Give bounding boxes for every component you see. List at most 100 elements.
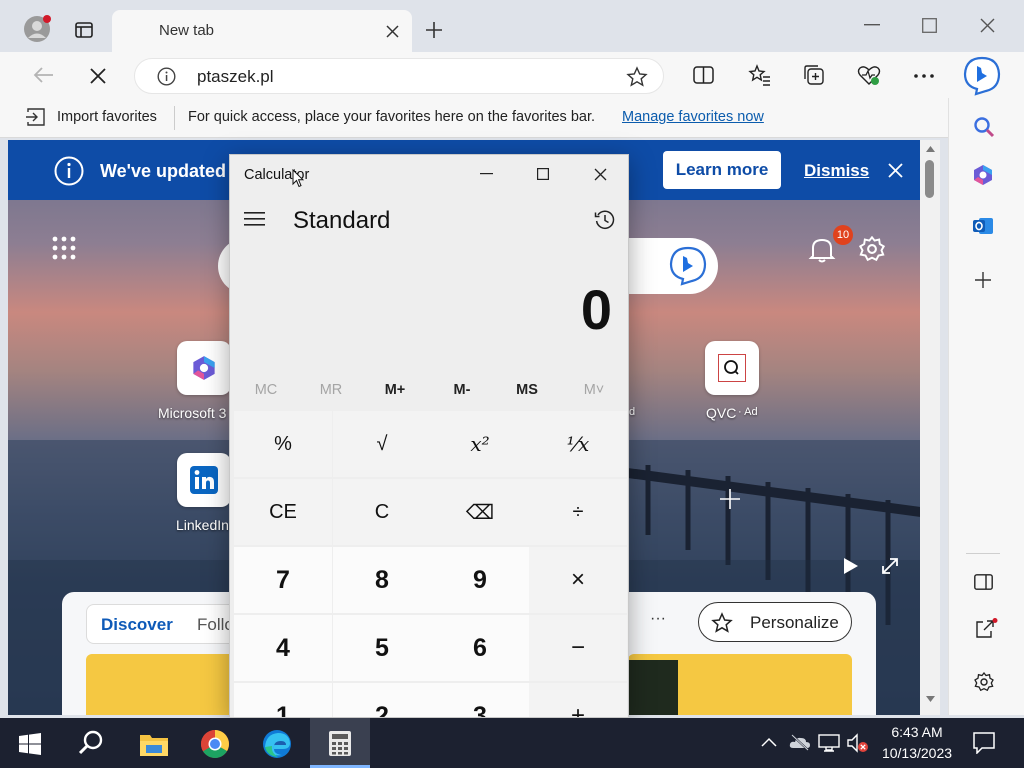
- tab-actions-icon[interactable]: [74, 20, 94, 40]
- calculator-taskbar-button[interactable]: [310, 718, 370, 768]
- history-icon[interactable]: [594, 209, 616, 231]
- feed-card[interactable]: [628, 654, 852, 715]
- external-link-icon[interactable]: [974, 618, 998, 640]
- close-notice-icon[interactable]: [888, 163, 903, 178]
- edge-icon[interactable]: [262, 729, 292, 759]
- digit-3-button[interactable]: 3: [431, 683, 529, 717]
- site-info-icon[interactable]: [157, 67, 176, 86]
- outlook-icon[interactable]: [972, 215, 994, 237]
- plus-button[interactable]: +: [529, 683, 627, 717]
- split-screen-icon[interactable]: [693, 65, 714, 85]
- scroll-down-icon[interactable]: [926, 696, 935, 702]
- add-sidebar-app-icon[interactable]: [975, 272, 991, 288]
- calc-close-icon[interactable]: [594, 168, 607, 181]
- play-icon[interactable]: [843, 557, 859, 575]
- backspace-button[interactable]: ⌫: [431, 479, 529, 545]
- import-favorites-icon[interactable]: [25, 107, 47, 127]
- personalize-button[interactable]: Personalize: [698, 602, 852, 642]
- clear-entry-button[interactable]: CE: [234, 479, 332, 545]
- memory-list-button[interactable]: M˅: [564, 382, 624, 398]
- notice-text: We've updated o: [100, 161, 242, 181]
- clock-time[interactable]: 6:43 AM: [882, 724, 952, 740]
- chrome-icon[interactable]: [200, 729, 230, 759]
- navigation-menu-icon[interactable]: [244, 212, 265, 226]
- shortcut-linkedin[interactable]: [177, 453, 231, 507]
- percent-button[interactable]: %: [234, 411, 332, 477]
- close-window-icon[interactable]: [980, 18, 995, 33]
- memory-store-button[interactable]: MS: [497, 382, 557, 398]
- square-button[interactable]: x²: [431, 411, 529, 477]
- shortcut-label: Microsoft 3: [158, 405, 227, 421]
- profile-avatar[interactable]: [22, 14, 52, 44]
- multiply-button[interactable]: ×: [529, 547, 627, 613]
- digit-8-button[interactable]: 8: [333, 547, 431, 613]
- clock-date[interactable]: 10/13/2023: [876, 745, 958, 761]
- digit-7-button[interactable]: 7: [234, 547, 332, 613]
- microsoft365-icon[interactable]: [972, 164, 994, 186]
- active-tab[interactable]: New tab: [112, 10, 412, 52]
- minimize-window-icon[interactable]: [864, 24, 880, 26]
- expand-icon[interactable]: [881, 557, 899, 575]
- apps-grid-icon[interactable]: [52, 236, 76, 260]
- digit-4-button[interactable]: 4: [234, 615, 332, 681]
- new-tab-icon[interactable]: [425, 21, 443, 39]
- scroll-thumb[interactable]: [925, 160, 934, 198]
- back-arrow-icon[interactable]: [32, 66, 54, 84]
- network-icon[interactable]: [818, 734, 840, 752]
- show-hidden-icons-icon[interactable]: [761, 737, 777, 747]
- minus-button[interactable]: −: [529, 615, 627, 681]
- learn-more-button[interactable]: Learn more: [663, 151, 781, 189]
- digit-2-button[interactable]: 2: [333, 683, 431, 717]
- windows-start-icon[interactable]: [19, 733, 41, 755]
- taskbar-search-icon[interactable]: [78, 730, 104, 756]
- notifications-bell-icon[interactable]: [808, 234, 836, 264]
- mouse-cursor-icon: [292, 169, 304, 188]
- memory-clear-button[interactable]: MC: [236, 382, 296, 398]
- calc-maximize-icon[interactable]: [537, 168, 549, 180]
- calc-minimize-icon[interactable]: [480, 173, 493, 175]
- url-text: ptaszek.pl: [197, 67, 274, 86]
- close-tab-icon[interactable]: [386, 25, 399, 38]
- memory-subtract-button[interactable]: M-: [432, 382, 492, 398]
- sidebar-settings-icon[interactable]: [974, 672, 994, 692]
- stop-loading-icon[interactable]: [90, 68, 106, 84]
- memory-recall-button[interactable]: MR: [301, 382, 361, 398]
- dismiss-button[interactable]: Dismiss: [804, 161, 869, 181]
- clear-button[interactable]: C: [333, 479, 431, 545]
- favorites-icon[interactable]: [748, 64, 772, 86]
- volume-muted-icon[interactable]: [847, 733, 869, 753]
- digit-1-button[interactable]: 1: [234, 683, 332, 717]
- shortcut-microsoft365[interactable]: [177, 341, 231, 395]
- scroll-up-icon[interactable]: [926, 146, 935, 152]
- action-center-icon[interactable]: [973, 732, 995, 754]
- search-icon[interactable]: [973, 116, 995, 138]
- address-bar[interactable]: ptaszek.pl: [134, 58, 664, 94]
- memory-add-button[interactable]: M+: [365, 382, 425, 398]
- digit-5-button[interactable]: 5: [333, 615, 431, 681]
- add-shortcut-icon[interactable]: [720, 489, 740, 509]
- manage-favorites-link[interactable]: Manage favorites now: [622, 109, 764, 125]
- tab-discover[interactable]: Discover: [101, 615, 173, 635]
- toolbar: ptaszek.pl: [0, 52, 1024, 98]
- file-explorer-icon[interactable]: [140, 732, 168, 756]
- feed-more-button[interactable]: ···: [650, 610, 666, 628]
- square-root-button[interactable]: √: [333, 411, 431, 477]
- more-options-icon[interactable]: [914, 74, 934, 78]
- reciprocal-button[interactable]: ¹⁄x: [529, 411, 627, 477]
- copilot-icon[interactable]: [962, 56, 1002, 96]
- hide-sidebar-icon[interactable]: [974, 574, 993, 590]
- digit-6-button[interactable]: 6: [431, 615, 529, 681]
- page-settings-icon[interactable]: [859, 236, 885, 262]
- page-scrollbar[interactable]: [920, 140, 940, 715]
- import-favorites-button[interactable]: Import favorites: [57, 109, 157, 125]
- digit-9-button[interactable]: 9: [431, 547, 529, 613]
- shortcut-qvc[interactable]: [705, 341, 759, 395]
- divide-button[interactable]: ÷: [529, 479, 627, 545]
- favorite-star-icon[interactable]: [626, 66, 648, 88]
- collections-icon[interactable]: [803, 64, 825, 86]
- bing-chat-icon[interactable]: [668, 246, 708, 286]
- onedrive-offline-icon[interactable]: [789, 733, 811, 751]
- browser-essentials-icon[interactable]: [857, 64, 881, 86]
- maximize-window-icon[interactable]: [922, 18, 937, 33]
- calculator-mode-title: Standard: [293, 207, 391, 234]
